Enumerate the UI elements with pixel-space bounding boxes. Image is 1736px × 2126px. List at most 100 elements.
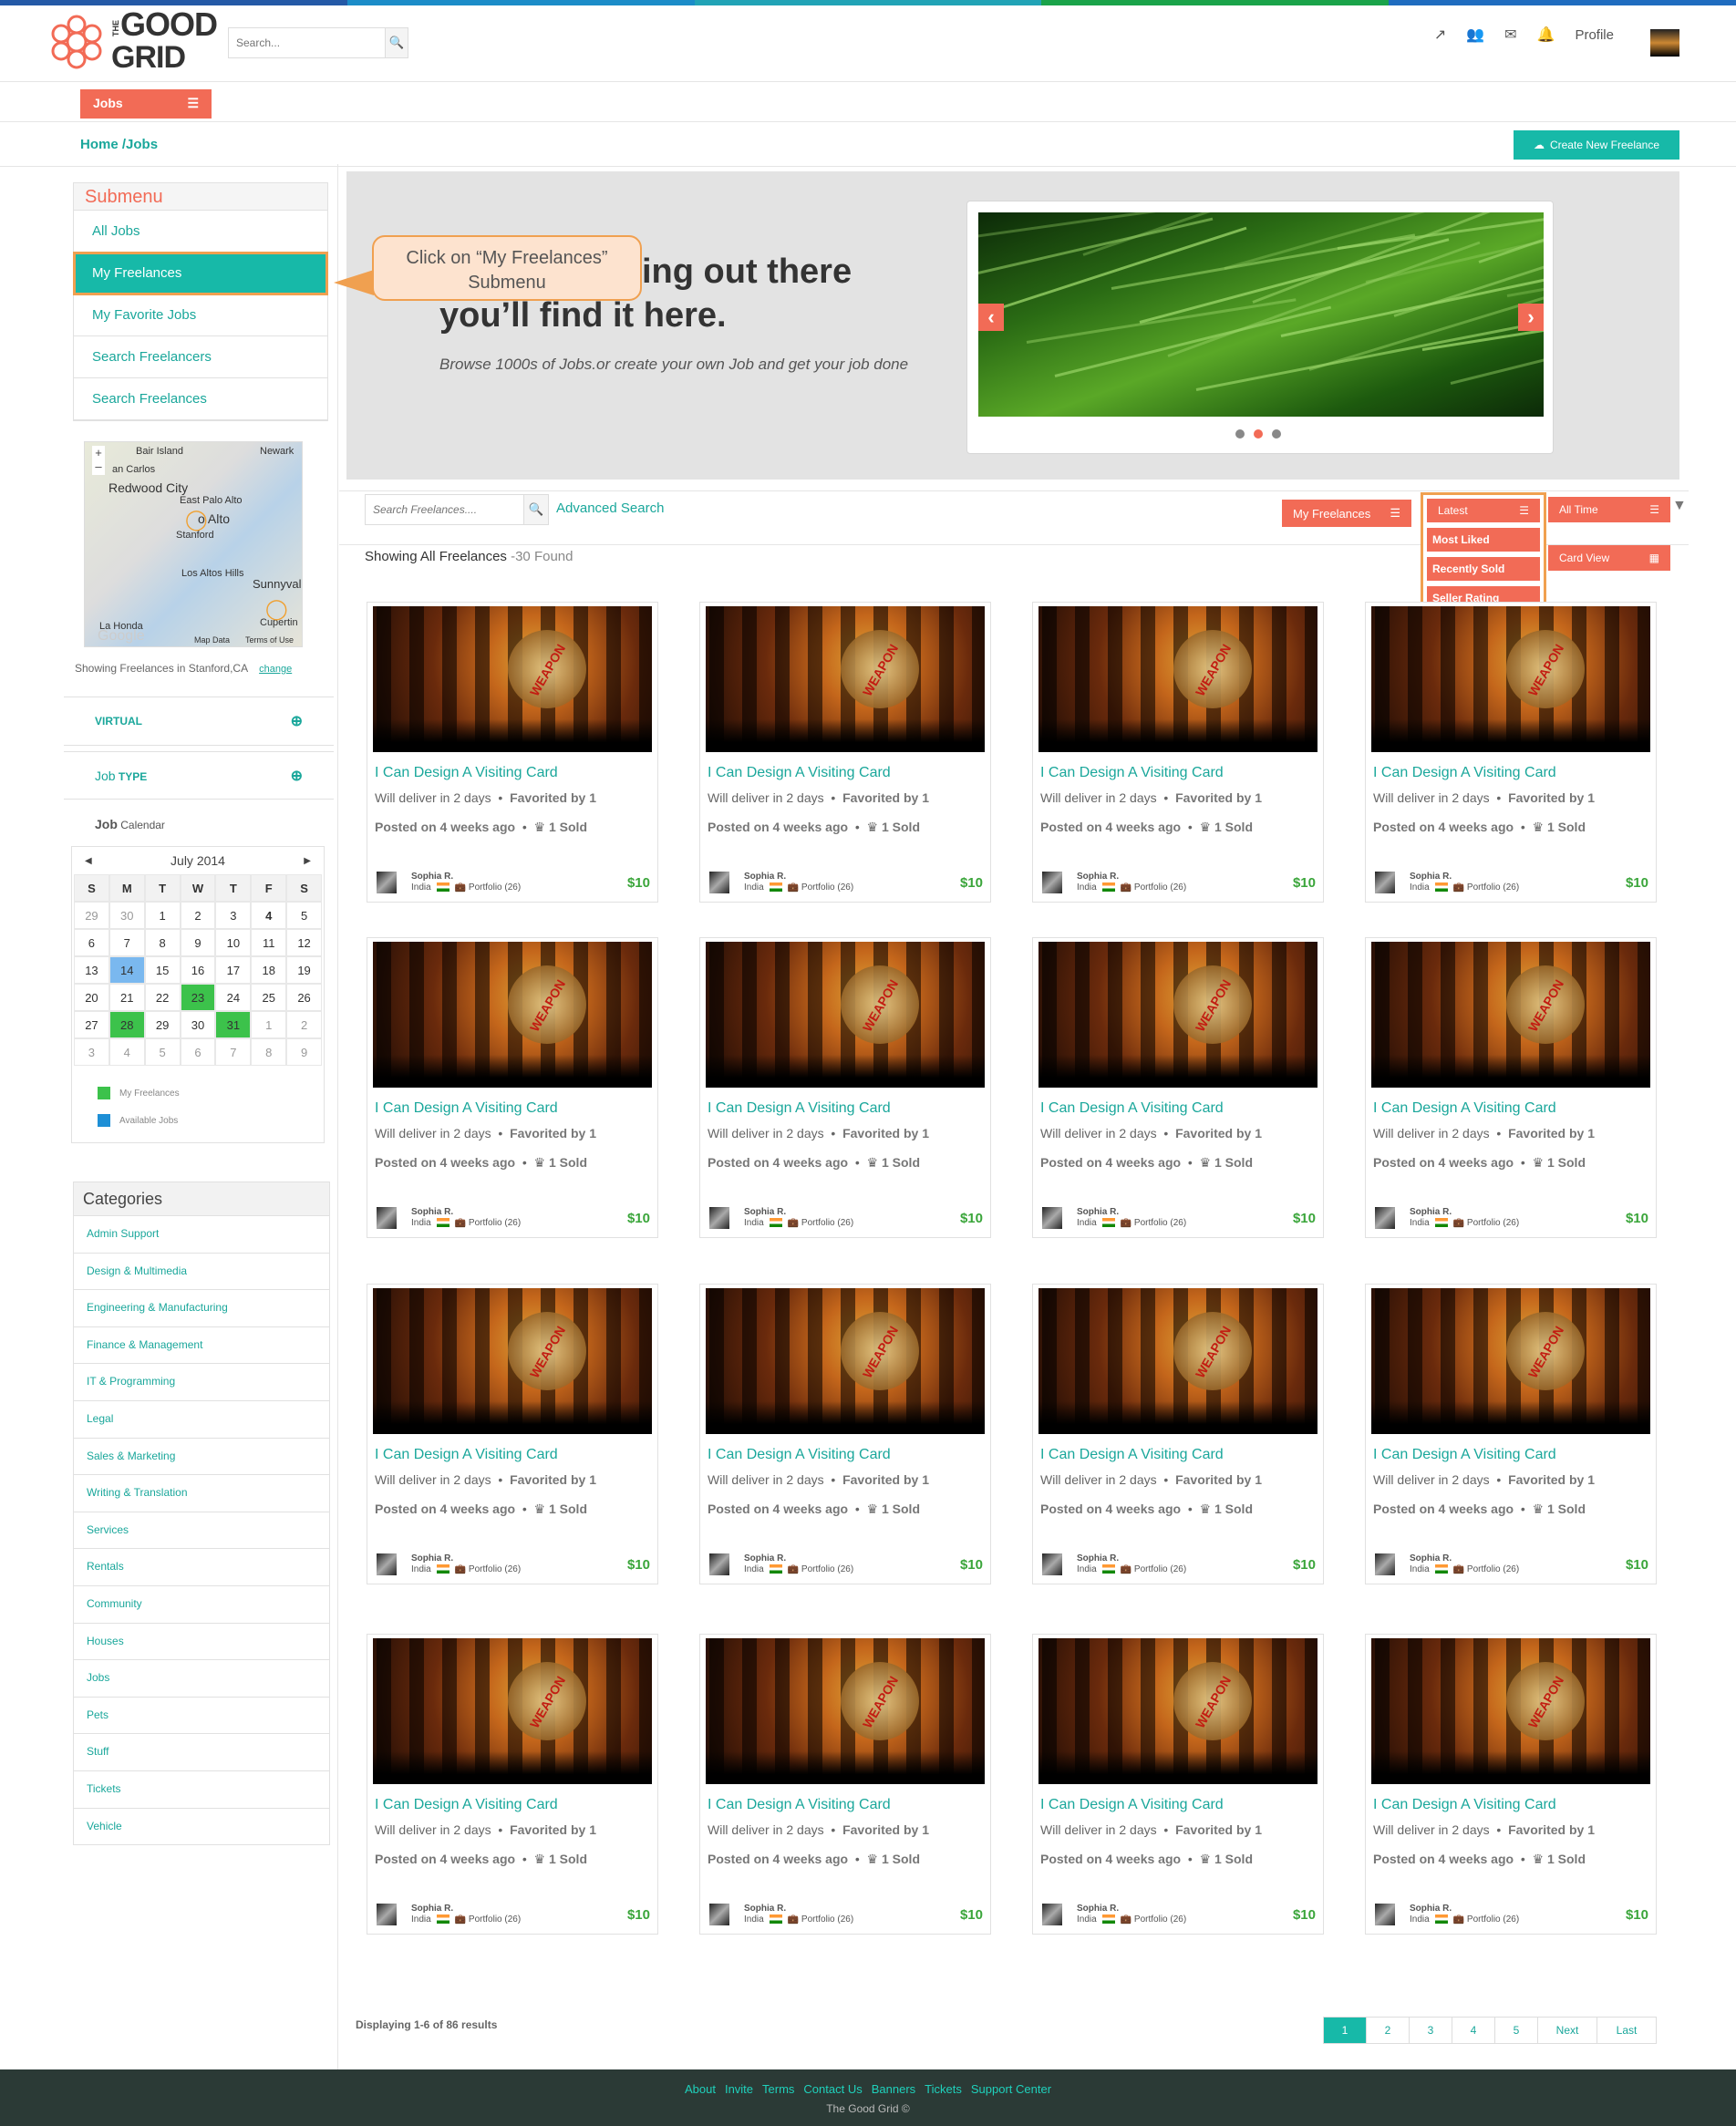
calendar-day[interactable]: 9	[180, 929, 216, 956]
slider-dot-active[interactable]	[1254, 429, 1263, 439]
calendar-day[interactable]: 21	[108, 984, 145, 1011]
card-image[interactable]: WEAPON	[1371, 1288, 1650, 1434]
filter-job-type[interactable]: Job TYPE ⊕	[64, 751, 334, 800]
card-title[interactable]: I Can Design A Visiting Card	[1373, 1447, 1556, 1463]
submenu-item-all-jobs[interactable]: All Jobs	[74, 211, 327, 253]
seller-avatar[interactable]	[1042, 1904, 1062, 1925]
card-image[interactable]: WEAPON	[1038, 606, 1318, 752]
page-1-button[interactable]: 1	[1323, 2017, 1367, 2044]
calendar-day[interactable]: 5	[144, 1038, 181, 1066]
footer-link[interactable]: Terms	[762, 2082, 794, 2096]
calendar-day[interactable]: 30	[108, 902, 145, 929]
seller-avatar[interactable]	[1375, 872, 1395, 893]
calendar-day[interactable]: 12	[286, 929, 322, 956]
freelance-card[interactable]: WEAPON I Can Design A Visiting Card Will d…	[1032, 1284, 1324, 1584]
seller-avatar[interactable]	[1042, 1207, 1062, 1229]
seller-avatar[interactable]	[1375, 1553, 1395, 1575]
submenu-item-my-freelances[interactable]: My Freelances	[73, 252, 328, 295]
seller-portfolio[interactable]: Portfolio (26)	[1467, 1914, 1519, 1925]
card-image[interactable]: WEAPON	[373, 606, 652, 752]
category-item[interactable]: Rentals	[74, 1548, 329, 1585]
plus-circle-icon[interactable]: ⊕	[291, 712, 303, 730]
sort-option-most-liked[interactable]: Most Liked	[1427, 528, 1540, 552]
card-title[interactable]: I Can Design A Visiting Card	[1040, 1447, 1224, 1463]
profile-link[interactable]: Profile	[1575, 27, 1614, 43]
calendar-day[interactable]: 17	[215, 956, 252, 984]
calendar-day[interactable]: 23	[180, 984, 216, 1011]
category-item[interactable]: Services	[74, 1511, 329, 1549]
seller-avatar[interactable]	[377, 1207, 397, 1229]
card-image[interactable]: WEAPON	[373, 1288, 652, 1434]
my-freelances-filter-button[interactable]: My Freelances ☰	[1282, 500, 1411, 527]
calendar-day[interactable]: 1	[251, 1011, 287, 1038]
calendar-day[interactable]: 27	[74, 1011, 109, 1038]
card-title[interactable]: I Can Design A Visiting Card	[708, 1797, 891, 1813]
card-title[interactable]: I Can Design A Visiting Card	[708, 1100, 891, 1117]
card-image[interactable]: WEAPON	[706, 1288, 985, 1434]
seller-avatar[interactable]	[709, 1207, 729, 1229]
card-title[interactable]: I Can Design A Visiting Card	[375, 765, 558, 781]
category-item[interactable]: Admin Support	[74, 1215, 329, 1253]
plus-circle-icon[interactable]: ⊕	[291, 767, 303, 785]
category-item[interactable]: Community	[74, 1584, 329, 1623]
category-item[interactable]: Legal	[74, 1399, 329, 1438]
calendar-day[interactable]: 26	[286, 984, 322, 1011]
calendar-day[interactable]: 15	[144, 956, 181, 984]
page-5-button[interactable]: 5	[1494, 2017, 1538, 2044]
page-2-button[interactable]: 2	[1366, 2017, 1410, 2044]
seller-name[interactable]: Sophia R.	[1077, 1207, 1186, 1218]
calendar-day[interactable]: 16	[180, 956, 216, 984]
calendar-day[interactable]: 7	[215, 1038, 252, 1066]
freelance-card[interactable]: WEAPON I Can Design A Visiting Card Will d…	[1032, 602, 1324, 903]
seller-portfolio[interactable]: Portfolio (26)	[801, 882, 853, 893]
header-search-input[interactable]	[229, 28, 385, 57]
calendar-day[interactable]: 9	[286, 1038, 322, 1066]
seller-portfolio[interactable]: Portfolio (26)	[469, 882, 521, 893]
calendar-day[interactable]: 29	[144, 1011, 181, 1038]
card-image[interactable]: WEAPON	[373, 1638, 652, 1784]
submenu-item-my-favorite-jobs[interactable]: My Favorite Jobs	[74, 294, 327, 336]
calendar-day[interactable]: 13	[74, 956, 109, 984]
category-item[interactable]: Stuff	[74, 1733, 329, 1770]
seller-name[interactable]: Sophia R.	[744, 1904, 853, 1914]
seller-portfolio[interactable]: Portfolio (26)	[1134, 1218, 1186, 1228]
seller-portfolio[interactable]: Portfolio (26)	[469, 1914, 521, 1925]
slider-next-button[interactable]: ›	[1518, 304, 1544, 331]
seller-portfolio[interactable]: Portfolio (26)	[801, 1564, 853, 1574]
category-item[interactable]: Tickets	[74, 1770, 329, 1808]
calendar-day[interactable]: 28	[108, 1011, 145, 1038]
sort-option-recently-sold[interactable]: Recently Sold	[1427, 557, 1540, 581]
seller-portfolio[interactable]: Portfolio (26)	[469, 1218, 521, 1228]
category-item[interactable]: Sales & Marketing	[74, 1437, 329, 1475]
card-image[interactable]: WEAPON	[1371, 1638, 1650, 1784]
submenu-item-search-freelances[interactable]: Search Freelances	[74, 378, 327, 420]
seller-portfolio[interactable]: Portfolio (26)	[1467, 1218, 1519, 1228]
seller-portfolio[interactable]: Portfolio (26)	[1467, 882, 1519, 893]
calendar-day[interactable]: 4	[108, 1038, 145, 1066]
calendar-day[interactable]: 1	[144, 902, 181, 929]
card-image[interactable]: WEAPON	[706, 606, 985, 752]
calendar-day[interactable]: 30	[180, 1011, 216, 1038]
seller-name[interactable]: Sophia R.	[1410, 1553, 1519, 1564]
seller-name[interactable]: Sophia R.	[1077, 1904, 1186, 1914]
seller-name[interactable]: Sophia R.	[1077, 1553, 1186, 1564]
calendar-day[interactable]: 31	[215, 1011, 252, 1038]
create-new-freelance-button[interactable]: ☁ Create New Freelance	[1514, 130, 1679, 160]
seller-avatar[interactable]	[377, 872, 397, 893]
seller-avatar[interactable]	[709, 1553, 729, 1575]
calendar-day[interactable]: 3	[74, 1038, 109, 1066]
category-item[interactable]: Engineering & Manufacturing	[74, 1289, 329, 1326]
seller-portfolio[interactable]: Portfolio (26)	[1134, 882, 1186, 893]
slider-dot[interactable]	[1272, 429, 1281, 439]
seller-name[interactable]: Sophia R.	[744, 872, 853, 882]
jobs-menu-button[interactable]: Jobs ☰	[80, 89, 212, 119]
card-title[interactable]: I Can Design A Visiting Card	[1040, 1100, 1224, 1117]
seller-portfolio[interactable]: Portfolio (26)	[1134, 1564, 1186, 1574]
calendar-day[interactable]: 24	[215, 984, 252, 1011]
card-title[interactable]: I Can Design A Visiting Card	[375, 1797, 558, 1813]
page-next-button[interactable]: Next	[1537, 2017, 1597, 2044]
seller-name[interactable]: Sophia R.	[1077, 872, 1186, 882]
card-title[interactable]: I Can Design A Visiting Card	[1373, 765, 1556, 781]
seller-avatar[interactable]	[377, 1904, 397, 1925]
seller-name[interactable]: Sophia R.	[411, 872, 521, 882]
